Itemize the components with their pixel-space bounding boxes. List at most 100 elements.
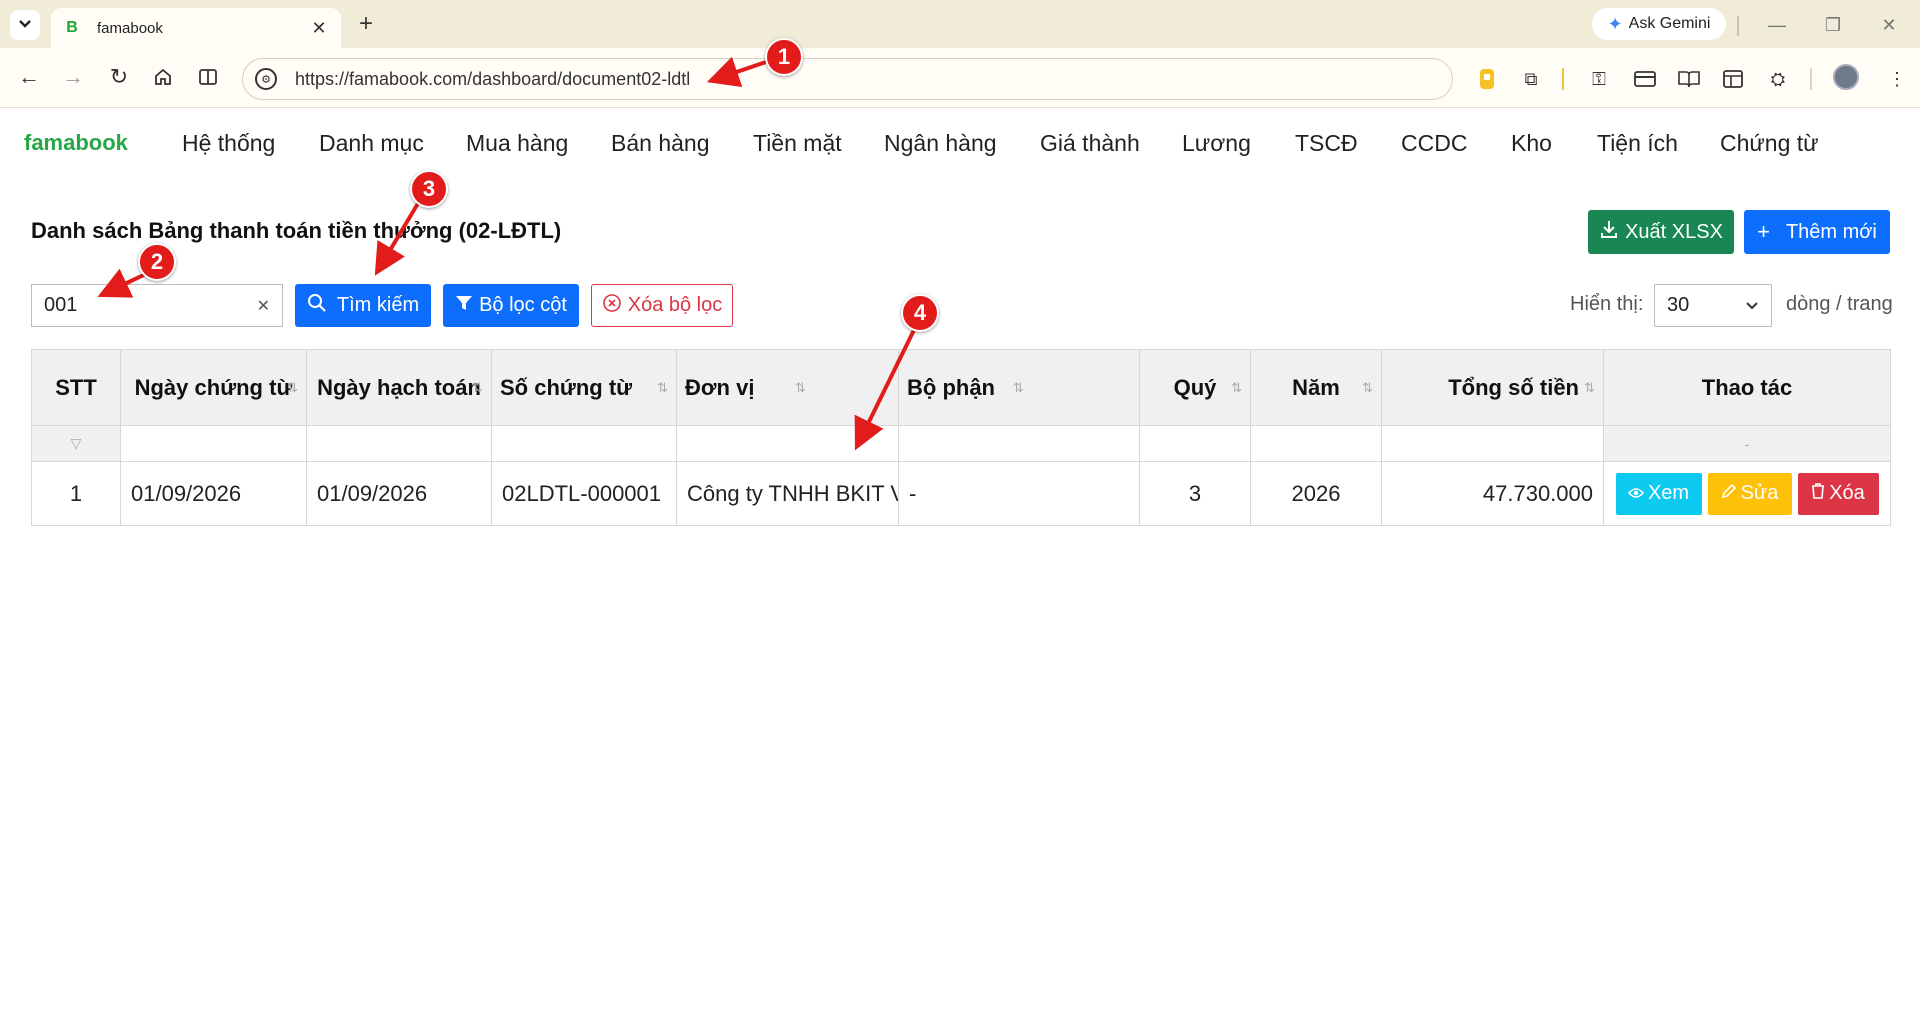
header-unit[interactable]: Đơn vị ⇅	[676, 349, 899, 426]
filter-cell-dept[interactable]	[898, 425, 1140, 462]
edit-button[interactable]: Sửa	[1707, 472, 1792, 515]
view-label: Xem	[1647, 482, 1690, 504]
export-xlsx-button[interactable]: Xuất XLSX	[1588, 210, 1734, 254]
cell-post-date: 01/09/2026	[306, 461, 492, 526]
sort-icon[interactable]: ⇅	[795, 380, 806, 396]
filter-cell-year[interactable]	[1250, 425, 1382, 462]
site-info-icon[interactable]: ⚙	[255, 68, 277, 90]
search-value[interactable]: 001	[44, 294, 257, 317]
close-window-icon[interactable]: ✕	[1876, 12, 1902, 38]
add-new-button[interactable]: + Thêm mới	[1744, 210, 1890, 254]
header-year[interactable]: Năm ⇅	[1250, 349, 1382, 426]
clear-filter-button[interactable]: Xóa bộ lọc	[591, 284, 733, 327]
split-view-icon[interactable]	[193, 62, 223, 92]
filter-cell-doc-no[interactable]	[491, 425, 677, 462]
view-button[interactable]: Xem	[1615, 472, 1702, 515]
chevron-down-icon	[1745, 298, 1759, 314]
header-dept-label: Bộ phận	[907, 374, 995, 400]
menu-tien-mat[interactable]: Tiền mặt	[753, 130, 842, 157]
header-post-date[interactable]: Ngày hạch toán ⇅	[306, 349, 492, 426]
back-icon[interactable]: ←	[14, 62, 44, 92]
filter-funnel-icon[interactable]: ▽	[31, 425, 121, 462]
menu-ban-hang[interactable]: Bán hàng	[611, 130, 709, 157]
payment-card-icon[interactable]	[1632, 66, 1658, 92]
menu-chung-tu[interactable]: Chứng từ	[1720, 130, 1819, 157]
column-filter-row: ▽ -	[31, 425, 1891, 462]
chevron-down-icon	[18, 16, 32, 34]
header-total[interactable]: Tổng số tiền ⇅	[1381, 349, 1604, 426]
page-size-select[interactable]: 30	[1654, 284, 1772, 327]
header-quarter[interactable]: Quý ⇅	[1139, 349, 1251, 426]
menu-kho[interactable]: Kho	[1511, 130, 1552, 157]
menu-tscd[interactable]: TSCĐ	[1295, 130, 1358, 157]
new-tab-button[interactable]: +	[352, 10, 380, 38]
address-bar[interactable]: ⚙ https://famabook.com/dashboard/documen…	[242, 58, 1453, 100]
browser-tab-active[interactable]: B famabook ✕	[51, 8, 341, 48]
incognito-icon[interactable]: ⛭	[1765, 66, 1791, 92]
column-filter-button[interactable]: Bộ lọc cột	[443, 284, 579, 327]
circle-x-icon	[602, 293, 622, 319]
more-menu-icon[interactable]: ⋮	[1884, 66, 1910, 92]
menu-tien-ich[interactable]: Tiện ích	[1597, 130, 1678, 157]
profile-avatar[interactable]	[1833, 64, 1859, 90]
eye-icon	[1627, 482, 1645, 505]
filter-cell-doc-date[interactable]	[120, 425, 307, 462]
brand-logo[interactable]: famabook	[24, 130, 128, 156]
sort-icon[interactable]: ⇅	[1013, 380, 1024, 396]
sort-icon[interactable]: ⇅	[657, 380, 668, 396]
menu-ngan-hang[interactable]: Ngân hàng	[884, 130, 997, 157]
annotation-badge-4: 4	[901, 294, 939, 332]
password-key-icon[interactable]: ⚿	[1586, 66, 1612, 92]
show-label: Hiển thị:	[1570, 293, 1644, 315]
reload-icon[interactable]: ↻	[104, 62, 134, 92]
menu-he-thong[interactable]: Hệ thống	[182, 130, 275, 157]
browser-tab-bar: B famabook ✕ + ✦ Ask Gemini — ❐ ✕	[0, 0, 1920, 48]
header-doc-no-label: Số chứng từ	[500, 374, 633, 400]
minimize-icon[interactable]: —	[1764, 12, 1790, 38]
cell-year: 2026	[1250, 461, 1382, 526]
clear-search-icon[interactable]: ✕	[257, 296, 270, 316]
menu-luong[interactable]: Lương	[1182, 130, 1251, 157]
close-tab-icon[interactable]: ✕	[309, 18, 329, 38]
search-button[interactable]: Tìm kiếm	[295, 284, 431, 327]
table-row[interactable]: 1 01/09/2026 01/09/2026 02LDTL-000001 Cô…	[31, 461, 1891, 526]
delete-button[interactable]: Xóa	[1797, 472, 1879, 515]
tab-list-button[interactable]	[10, 10, 40, 40]
menu-mua-hang[interactable]: Mua hàng	[466, 130, 568, 157]
header-dept[interactable]: Bộ phận ⇅	[898, 349, 1140, 426]
ask-gemini-button[interactable]: ✦ Ask Gemini	[1592, 8, 1726, 40]
header-doc-date[interactable]: Ngày chứng từ ⇅	[120, 349, 307, 426]
menu-gia-thanh[interactable]: Giá thành	[1040, 130, 1140, 157]
filter-cell-quarter[interactable]	[1139, 425, 1251, 462]
filter-cell-post-date[interactable]	[306, 425, 492, 462]
sort-icon[interactable]: ⇅	[1584, 380, 1595, 396]
search-icon	[307, 293, 327, 319]
extensions-puzzle-icon[interactable]: ⧉	[1518, 66, 1544, 92]
header-actions: Thao tác	[1603, 349, 1891, 426]
sort-icon[interactable]: ⇅	[1231, 380, 1242, 396]
sort-icon[interactable]: ⇅	[472, 380, 483, 396]
clear-filter-label: Xóa bộ lọc	[627, 294, 723, 316]
reading-mode-icon[interactable]	[1676, 66, 1702, 92]
sort-icon[interactable]: ⇅	[1362, 380, 1373, 396]
filter-cell-total[interactable]	[1381, 425, 1604, 462]
url-text[interactable]: https://famabook.com/dashboard/document0…	[295, 69, 690, 90]
extension-yellow-icon[interactable]	[1474, 66, 1500, 92]
header-doc-no[interactable]: Số chứng từ ⇅	[491, 349, 677, 426]
table-view-icon[interactable]	[1720, 66, 1746, 92]
cell-doc-no: 02LDTL-000001	[491, 461, 677, 526]
menu-danh-muc[interactable]: Danh mục	[319, 130, 424, 157]
ask-gemini-label: Ask Gemini	[1628, 15, 1711, 32]
home-icon[interactable]	[148, 62, 178, 92]
annotation-badge-1: 1	[765, 38, 803, 76]
filter-cell-unit[interactable]	[676, 425, 899, 462]
cell-stt: 1	[31, 461, 121, 526]
trash-icon	[1811, 482, 1825, 505]
restore-icon[interactable]: ❐	[1820, 12, 1846, 38]
menu-ccdc[interactable]: CCDC	[1401, 130, 1467, 157]
sort-icon[interactable]: ⇅	[287, 380, 298, 396]
forward-icon[interactable]: →	[58, 62, 88, 92]
table-header-row: STT Ngày chứng từ ⇅ Ngày hạch toán ⇅ Số ch…	[31, 349, 1891, 426]
header-doc-date-label: Ngày chứng từ	[134, 374, 293, 400]
search-input[interactable]: 001 ✕	[31, 284, 283, 327]
